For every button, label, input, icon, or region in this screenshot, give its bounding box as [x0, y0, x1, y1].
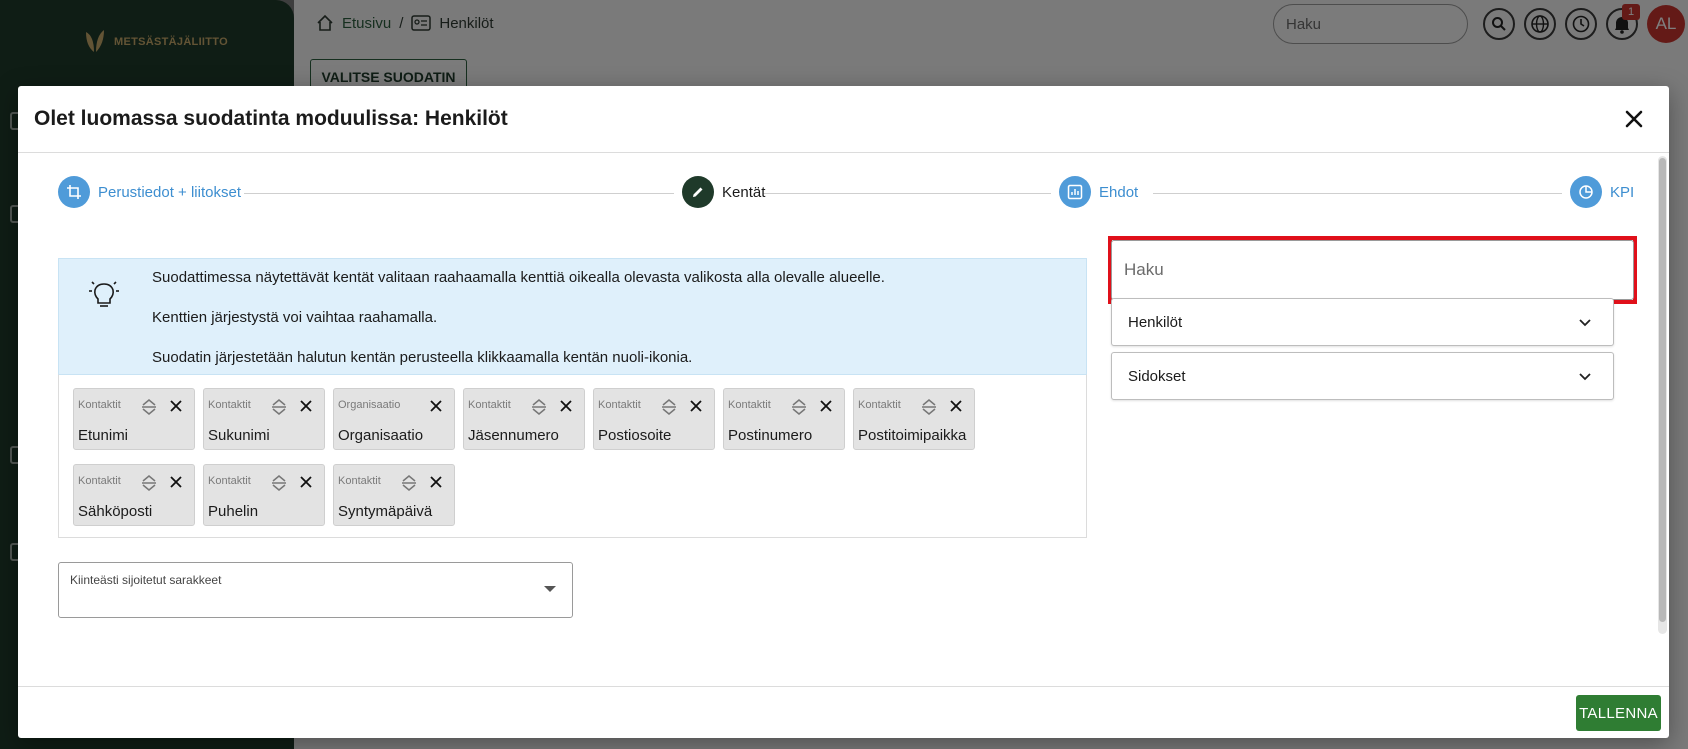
- remove-icon[interactable]: [168, 474, 184, 490]
- step-kpi[interactable]: KPI: [1570, 176, 1634, 208]
- field-name: Postiosoite: [598, 427, 672, 444]
- step-perustiedot[interactable]: Perustiedot + liitokset: [58, 176, 241, 208]
- field-category: Kontaktit: [208, 475, 251, 487]
- info-text-2: Kenttien järjestystä voi vaihtaa raahama…: [152, 309, 438, 326]
- caret-down-icon: [544, 586, 556, 592]
- create-filter-modal: Olet luomassa suodatinta moduulissa: Hen…: [18, 86, 1669, 738]
- field-search-input[interactable]: [1111, 240, 1634, 300]
- lightbulb-icon: [89, 281, 119, 307]
- step-label: Ehdot: [1099, 183, 1139, 201]
- modal-body: Perustiedot + liitokset Kentät Ehdot KPI: [18, 154, 1655, 670]
- stepper: Perustiedot + liitokset Kentät Ehdot KPI: [58, 176, 1634, 210]
- sort-icon[interactable]: [270, 397, 288, 417]
- sort-icon[interactable]: [270, 473, 288, 493]
- field-category: Kontaktit: [728, 399, 771, 411]
- accordion-label: Sidokset: [1128, 367, 1186, 385]
- field-name: Organisaatio: [338, 427, 424, 444]
- remove-icon[interactable]: [948, 398, 964, 414]
- save-button[interactable]: TALLENNA: [1576, 695, 1661, 731]
- info-text-1: Suodattimessa näytettävät kentät valitaa…: [152, 269, 885, 286]
- sort-icon[interactable]: [660, 397, 678, 417]
- field-category: Kontaktit: [208, 399, 251, 411]
- field-name: Jäsennumero: [468, 427, 559, 444]
- close-button[interactable]: [1621, 106, 1647, 132]
- fixed-columns-label: Kiinteästi sijoitetut sarakkeet: [70, 573, 222, 587]
- chart-icon: [1059, 176, 1091, 208]
- field-category: Kontaktit: [468, 399, 511, 411]
- field-chip[interactable]: Kontaktit Sukunimi: [203, 388, 325, 450]
- chevron-down-icon: [1579, 319, 1591, 327]
- sort-icon[interactable]: [530, 397, 548, 417]
- field-name: Puhelin: [208, 503, 259, 520]
- step-label: Kentät: [722, 183, 766, 201]
- remove-icon[interactable]: [428, 474, 444, 490]
- fixed-columns-select[interactable]: Kiinteästi sijoitetut sarakkeet: [58, 562, 573, 618]
- field-name: Postitoimipaikka: [858, 427, 967, 444]
- remove-icon[interactable]: [428, 398, 444, 414]
- step-connector: [244, 193, 674, 194]
- info-box: Suodattimessa näytettävät kentät valitaa…: [58, 258, 1087, 375]
- field-name: Syntymäpäivä: [338, 503, 433, 520]
- step-ehdot[interactable]: Ehdot: [1059, 176, 1138, 208]
- selected-fields-dropzone[interactable]: Kontaktit Etunimi Kontaktit Sukunimi Org…: [58, 374, 1087, 538]
- field-category: Kontaktit: [338, 475, 381, 487]
- field-category: Kontaktit: [78, 475, 121, 487]
- sort-icon[interactable]: [400, 473, 418, 493]
- close-icon: [1625, 110, 1643, 128]
- remove-icon[interactable]: [558, 398, 574, 414]
- remove-icon[interactable]: [298, 398, 314, 414]
- field-name: Sähköposti: [78, 503, 153, 520]
- step-kentat[interactable]: Kentät: [682, 176, 765, 208]
- remove-icon[interactable]: [688, 398, 704, 414]
- modal-header: Olet luomassa suodatinta moduulissa: Hen…: [18, 86, 1669, 153]
- modal-scrollbar[interactable]: [1658, 156, 1667, 634]
- field-chip[interactable]: Kontaktit Postinumero: [723, 388, 845, 450]
- modal-title: Olet luomassa suodatinta moduulissa: Hen…: [34, 107, 508, 130]
- pie-chart-icon: [1570, 176, 1602, 208]
- field-chip[interactable]: Organisaatio Organisaatio: [333, 388, 455, 450]
- field-name: Etunimi: [78, 427, 129, 444]
- remove-icon[interactable]: [298, 474, 314, 490]
- step-connector: [763, 193, 1051, 194]
- field-name: Sukunimi: [208, 427, 270, 444]
- sort-icon[interactable]: [140, 397, 158, 417]
- accordion-henkilot[interactable]: Henkilöt: [1111, 298, 1614, 346]
- field-chip[interactable]: Kontaktit Postiosoite: [593, 388, 715, 450]
- sort-icon[interactable]: [790, 397, 808, 417]
- field-name: Postinumero: [728, 427, 813, 444]
- sort-icon[interactable]: [920, 397, 938, 417]
- field-chip[interactable]: Kontaktit Etunimi: [73, 388, 195, 450]
- pencil-icon: [682, 176, 714, 208]
- remove-icon[interactable]: [168, 398, 184, 414]
- accordion-label: Henkilöt: [1128, 313, 1183, 331]
- chevron-down-icon: [1579, 373, 1591, 381]
- field-chip[interactable]: Kontaktit Postitoimipaikka: [853, 388, 975, 450]
- sort-icon[interactable]: [140, 473, 158, 493]
- field-chip[interactable]: Kontaktit Jäsennumero: [463, 388, 585, 450]
- step-label: Perustiedot + liitokset: [98, 183, 241, 201]
- field-category: Kontaktit: [78, 399, 121, 411]
- field-chip[interactable]: Kontaktit Puhelin: [203, 464, 325, 526]
- field-chip[interactable]: Kontaktit Syntymäpäivä: [333, 464, 455, 526]
- modal-footer: TALLENNA: [18, 686, 1669, 738]
- field-chip[interactable]: Kontaktit Sähköposti: [73, 464, 195, 526]
- crop-icon: [58, 176, 90, 208]
- accordion-sidokset[interactable]: Sidokset: [1111, 352, 1614, 400]
- field-category: Organisaatio: [338, 399, 401, 411]
- step-label: KPI: [1610, 183, 1635, 201]
- field-category: Kontaktit: [598, 399, 641, 411]
- field-category: Kontaktit: [858, 399, 901, 411]
- remove-icon[interactable]: [818, 398, 834, 414]
- scrollbar-thumb[interactable]: [1659, 158, 1666, 622]
- step-connector: [1153, 193, 1562, 194]
- info-text-3: Suodatin järjestetään halutun kentän per…: [152, 349, 693, 366]
